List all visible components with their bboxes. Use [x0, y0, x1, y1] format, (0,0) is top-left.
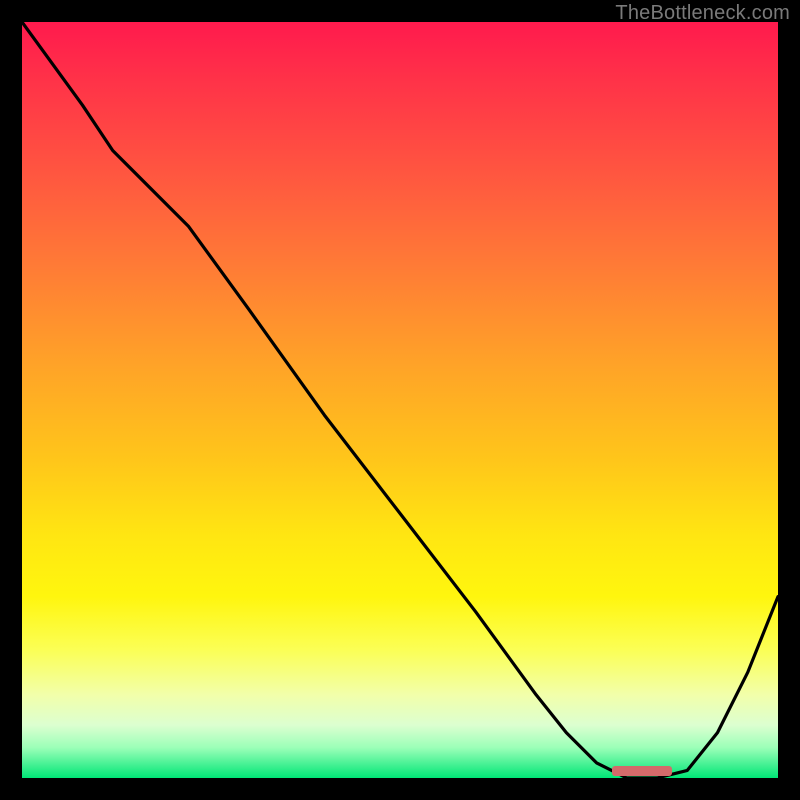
chart-frame: TheBottleneck.com — [0, 0, 800, 800]
watermark-text: TheBottleneck.com — [615, 2, 790, 25]
optimal-range-marker — [612, 766, 672, 776]
bottleneck-curve — [22, 22, 778, 778]
plot-area — [22, 22, 778, 778]
curve-svg — [22, 22, 778, 778]
